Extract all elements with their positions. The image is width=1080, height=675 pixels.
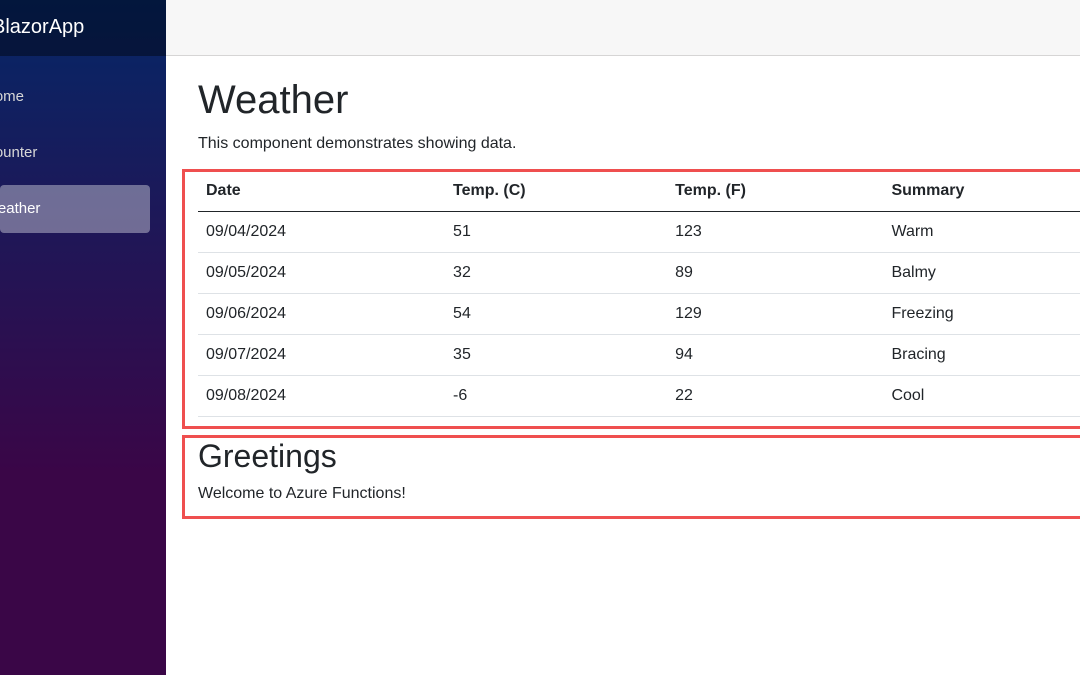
sidebar-item-label: Counter: [0, 144, 38, 161]
brand-bar: BlazorApp: [0, 0, 166, 56]
brand-link[interactable]: BlazorApp: [0, 16, 84, 39]
sidebar-item-label: Home: [0, 88, 25, 105]
page-title: Weather: [198, 78, 349, 122]
app-window: BlazorApp Home Counter Weather Weather T…: [0, 0, 1080, 675]
sidebar-item-label: Weather: [0, 200, 41, 217]
sidebar: BlazorApp Home Counter Weather: [0, 0, 166, 675]
sidebar-item-weather[interactable]: Weather: [0, 185, 150, 233]
highlight-box-greetings: [182, 435, 1080, 519]
top-bar: [166, 0, 1080, 56]
sidebar-item-home[interactable]: Home: [0, 73, 150, 121]
sidebar-item-counter[interactable]: Counter: [0, 129, 150, 177]
page-description: This component demonstrates showing data…: [198, 135, 517, 152]
highlight-box-table: [182, 169, 1080, 429]
